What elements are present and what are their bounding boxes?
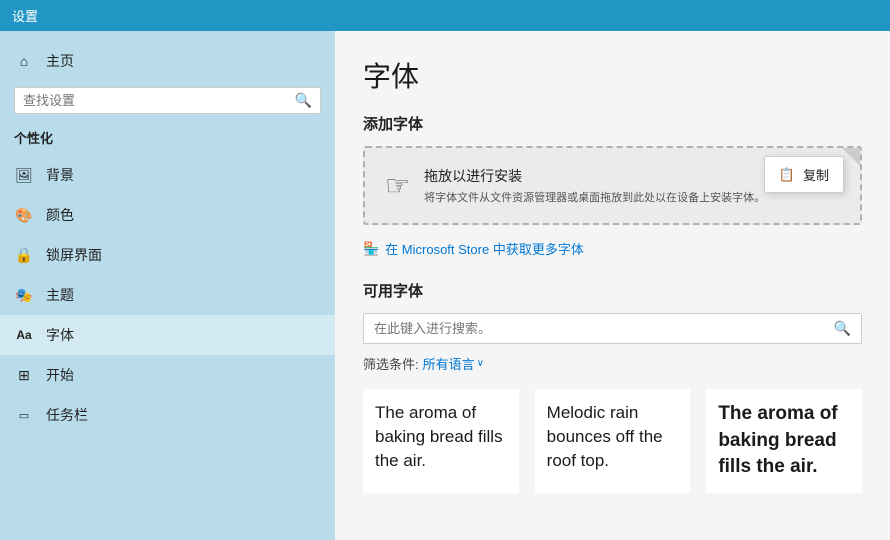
drop-zone[interactable]: ☞ 拖放以进行安装 将字体文件从文件资源管理器或桌面拖放到此处以在设备上安装字体… (363, 146, 862, 225)
title-bar: 设置 (0, 0, 890, 31)
font-search-wrap[interactable]: 🔍 (363, 313, 862, 344)
chevron-down-icon: ∨ (477, 358, 484, 369)
start-icon: ⊞ (14, 365, 34, 385)
filter-label: 筛选条件: (363, 354, 419, 373)
font-search-icon: 🔍 (834, 320, 851, 337)
add-fonts-title: 添加字体 (363, 113, 862, 134)
sidebar-item-lockscreen[interactable]: 🔒 锁屏界面 (0, 235, 335, 275)
font-search-input[interactable] (374, 321, 828, 336)
tooltip-text: 复制 (803, 165, 829, 184)
color-icon: 🎨 (14, 205, 34, 225)
font-preview-3[interactable]: The aroma of baking bread fills the air. (706, 389, 862, 493)
store-link-text: 在 Microsoft Store 中获取更多字体 (385, 239, 584, 258)
title-bar-label: 设置 (12, 9, 38, 24)
sidebar-fonts-label: 字体 (46, 325, 74, 345)
sidebar-search-input[interactable] (23, 93, 289, 108)
sidebar-theme-label: 主题 (46, 285, 74, 305)
page-title: 字体 (363, 55, 862, 95)
sidebar-item-background[interactable]: 🖼 背景 (0, 155, 335, 195)
store-icon: 🏪 (363, 241, 379, 257)
background-icon: 🖼 (14, 165, 34, 185)
search-icon: 🔍 (295, 92, 312, 109)
font-preview-text-1: The aroma of baking bread fills the air. (375, 401, 507, 472)
home-icon: ⌂ (14, 51, 34, 71)
sidebar-taskbar-label: 任务栏 (46, 405, 88, 425)
content-area: 字体 添加字体 ☞ 拖放以进行安装 将字体文件从文件资源管理器或桌面拖放到此处以… (335, 31, 890, 540)
filter-value-text: 所有语言 (423, 354, 475, 373)
font-grid: The aroma of baking bread fills the air.… (363, 389, 862, 493)
font-preview-2[interactable]: Melodic rain bounces off the roof top. (535, 389, 691, 493)
filter-value[interactable]: 所有语言 ∨ (423, 354, 484, 373)
sidebar-item-taskbar[interactable]: ▭ 任务栏 (0, 395, 335, 435)
copy-icon: 📋 (779, 167, 795, 183)
sidebar-search-wrap: 🔍 (0, 81, 335, 124)
sidebar-background-label: 背景 (46, 165, 74, 185)
lockscreen-icon: 🔒 (14, 245, 34, 265)
sidebar-section-title: 个性化 (0, 124, 335, 155)
main-layout: ⌂ 主页 🔍 个性化 🖼 背景 🎨 颜色 🔒 锁屏界面 🎭 主题 Aa (0, 31, 890, 540)
drop-cursor-icon: ☞ (385, 169, 410, 202)
sidebar-start-label: 开始 (46, 365, 74, 385)
font-preview-1[interactable]: The aroma of baking bread fills the air. (363, 389, 519, 493)
filter-bar: 筛选条件: 所有语言 ∨ (363, 354, 862, 373)
available-fonts-title: 可用字体 (363, 280, 862, 301)
sidebar: ⌂ 主页 🔍 个性化 🖼 背景 🎨 颜色 🔒 锁屏界面 🎭 主题 Aa (0, 31, 335, 540)
store-link[interactable]: 🏪 在 Microsoft Store 中获取更多字体 (363, 239, 862, 258)
font-preview-text-3: The aroma of baking bread fills the air. (718, 401, 850, 481)
sidebar-item-start[interactable]: ⊞ 开始 (0, 355, 335, 395)
sidebar-lockscreen-label: 锁屏界面 (46, 245, 102, 265)
sidebar-item-home[interactable]: ⌂ 主页 (0, 41, 335, 81)
fold-corner (842, 148, 860, 166)
sidebar-item-theme[interactable]: 🎭 主题 (0, 275, 335, 315)
sidebar-item-color[interactable]: 🎨 颜色 (0, 195, 335, 235)
fonts-icon: Aa (14, 325, 34, 345)
sidebar-search-box[interactable]: 🔍 (14, 87, 321, 114)
sidebar-color-label: 颜色 (46, 205, 74, 225)
sidebar-home-label: 主页 (46, 51, 74, 71)
sidebar-item-fonts[interactable]: Aa 字体 (0, 315, 335, 355)
tooltip-popup: 📋 复制 (764, 156, 844, 193)
theme-icon: 🎭 (14, 285, 34, 305)
taskbar-icon: ▭ (14, 405, 34, 425)
font-preview-text-2: Melodic rain bounces off the roof top. (547, 401, 679, 472)
